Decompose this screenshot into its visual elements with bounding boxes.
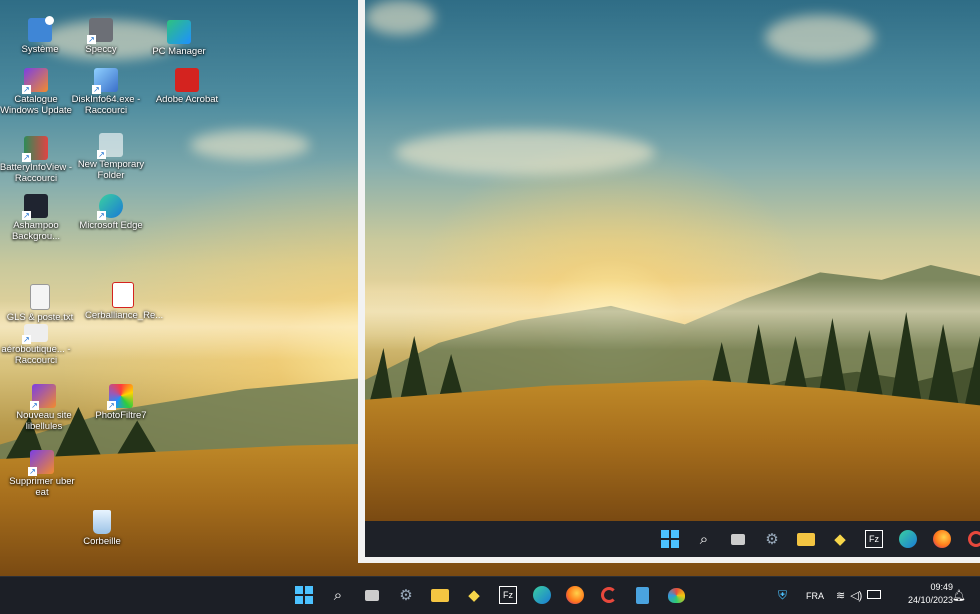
- search-icon[interactable]: ⌕: [326, 583, 350, 607]
- start-icon[interactable]: [292, 583, 316, 607]
- desktop-icon-label: Catalogue Windows Update: [0, 94, 72, 116]
- task-view-icon[interactable]: [726, 527, 750, 551]
- desktop-icon-label: Speccy: [85, 44, 117, 55]
- ccleaner-icon[interactable]: [964, 527, 980, 551]
- desktop-icon-label: DiskInfo64.exe - Raccourci: [71, 94, 141, 116]
- desktop-icon-label: Cerballiance_Re...: [85, 310, 164, 321]
- volume-icon[interactable]: ◁): [850, 589, 862, 602]
- start-icon[interactable]: [658, 527, 682, 551]
- desktop-icon-corbeille[interactable]: Corbeille: [64, 510, 140, 547]
- settings-icon[interactable]: ⚙: [760, 527, 784, 551]
- desktop-icon-label: GLS & poste.txt: [6, 312, 74, 323]
- desktop-icon-diskinfo[interactable]: ↗ DiskInfo64.exe - Raccourci: [68, 68, 144, 116]
- sticky-app-icon[interactable]: ◆: [462, 583, 486, 607]
- text-file-icon: [30, 284, 50, 310]
- windows-update-catalog-icon: ↗: [22, 68, 48, 94]
- desktop-icon-label: Corbeille: [83, 536, 121, 547]
- clock-time: 09:49: [930, 582, 953, 592]
- speccy-icon: ↗: [87, 18, 113, 44]
- desktop-icon-label: New Temporary Folder: [77, 159, 145, 181]
- desktop-icon-label: PC Manager: [152, 46, 206, 57]
- desktop-icon-batteryinfoview[interactable]: ↗ BatteryInfoView - Raccourci: [0, 136, 74, 184]
- system-icon: [28, 16, 54, 42]
- desktop-icon-supprimer-uber-eat[interactable]: ↗ Supprimer uber eat: [4, 450, 80, 498]
- edge-icon: ↗: [97, 194, 123, 220]
- battery-icon[interactable]: [867, 590, 882, 601]
- shortcut-icon: ↗: [28, 450, 54, 476]
- taskbar: ⌕ ⚙ ◆ Fz ⛨ FRA ≋ ◁) 09:49 24/10/2023 🔔︎: [0, 576, 980, 614]
- desktop-icon-photofiltre7[interactable]: ↗ PhotoFiltre7: [83, 384, 159, 421]
- fz-app-icon[interactable]: Fz: [496, 583, 520, 607]
- file-explorer-icon[interactable]: [794, 527, 818, 551]
- pc-manager-icon: [167, 20, 191, 44]
- desktop-icon-label: Supprimer uber eat: [9, 476, 75, 498]
- edge-icon[interactable]: [530, 583, 554, 607]
- desktop-icon-label: Ashampoo Backgrou...: [11, 220, 61, 242]
- desktop-icon-microsoft-edge[interactable]: ↗ Microsoft Edge: [73, 194, 149, 231]
- desktop-icon-label: Nouveau site libellules: [16, 410, 72, 432]
- shortcut-icon: ↗: [22, 324, 48, 344]
- desktop-icon-new-temporary-folder[interactable]: ↗ New Temporary Folder: [73, 133, 149, 181]
- recycle-bin-icon: [93, 510, 111, 534]
- snapped-window-wallpaper: [365, 0, 980, 521]
- desktop-icon-ashampoo[interactable]: ↗ Ashampoo Backgrou...: [0, 194, 74, 242]
- ashampoo-icon: ↗: [22, 194, 48, 220]
- batteryinfoview-icon: ↗: [22, 136, 48, 162]
- folder-icon: ↗: [97, 133, 123, 159]
- desktop-icon-label: Adobe Acrobat: [155, 94, 219, 105]
- pdf-file-icon: [112, 282, 134, 308]
- desktop-icon-catalogue-windows-update[interactable]: ↗ Catalogue Windows Update: [0, 68, 74, 116]
- desktop-icon-label: aéroboutique... - Raccourci: [1, 344, 71, 366]
- wifi-icon[interactable]: ≋: [836, 589, 845, 602]
- clock[interactable]: 09:49 24/10/2023: [908, 581, 953, 607]
- notepad-icon[interactable]: [630, 583, 654, 607]
- fz-app-icon[interactable]: Fz: [862, 527, 886, 551]
- search-icon[interactable]: ⌕: [692, 527, 716, 551]
- clock-date: 24/10/2023: [907, 595, 953, 605]
- desktop-icon-label: Microsoft Edge: [79, 220, 143, 231]
- desktop-icon-aeroboutique[interactable]: ↗ aéroboutique... - Raccourci: [0, 324, 74, 366]
- diskinfo-icon: ↗: [92, 68, 118, 94]
- paint-icon[interactable]: [664, 583, 688, 607]
- snapped-window-taskbar: ⌕ ⚙ ◆ Fz: [365, 521, 980, 557]
- photofiltre-icon: ↗: [107, 384, 133, 410]
- firefox-icon[interactable]: [930, 527, 954, 551]
- desktop-icon-gls-poste[interactable]: GLS & poste.txt: [2, 284, 78, 323]
- desktop-icon-label: PhotoFiltre7: [95, 410, 147, 421]
- security-shield-icon[interactable]: ⛨: [778, 588, 787, 603]
- language-indicator[interactable]: FRA: [806, 577, 824, 614]
- edge-icon[interactable]: [896, 527, 920, 551]
- firefox-icon[interactable]: [563, 583, 587, 607]
- notification-bell-icon[interactable]: 🔔︎: [952, 577, 966, 614]
- desktop-icon-adobe-acrobat[interactable]: Adobe Acrobat: [149, 68, 225, 105]
- ccleaner-icon[interactable]: [597, 583, 621, 607]
- adobe-acrobat-icon: [175, 68, 199, 92]
- site-shortcut-icon: ↗: [30, 384, 56, 410]
- desktop-icon-pc-manager[interactable]: PC Manager: [141, 20, 217, 57]
- desktop-icon-nouveau-site-libellules[interactable]: ↗ Nouveau site libellules: [6, 384, 82, 432]
- desktop-icon-speccy[interactable]: ↗ Speccy: [63, 18, 139, 55]
- file-explorer-icon[interactable]: [428, 583, 452, 607]
- task-view-icon[interactable]: [360, 583, 384, 607]
- sticky-app-icon[interactable]: ◆: [828, 527, 852, 551]
- desktop-icon-label: BatteryInfoView - Raccourci: [0, 162, 73, 184]
- desktop-icon-cerballiance[interactable]: Cerballiance_Re...: [85, 282, 164, 321]
- settings-icon[interactable]: ⚙: [394, 583, 418, 607]
